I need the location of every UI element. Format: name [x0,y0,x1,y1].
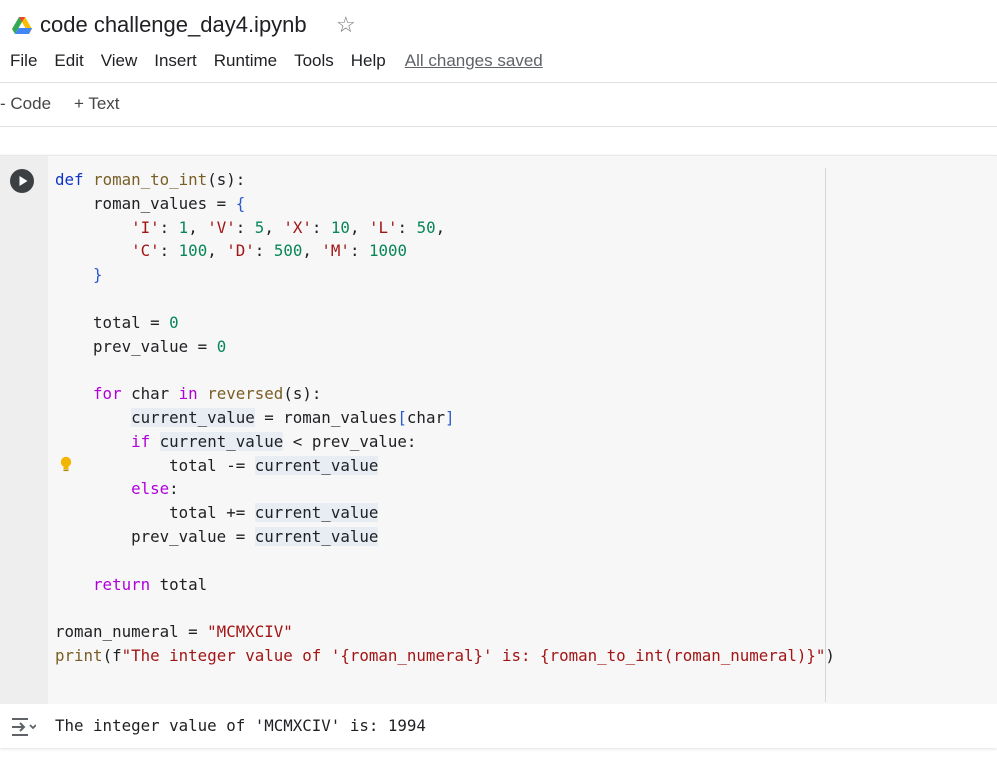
code-line-2: roman_values = { [55,193,246,213]
menu-edit[interactable]: Edit [54,51,83,71]
google-drive-icon [12,17,32,34]
run-cell-button[interactable] [10,169,34,193]
code-line-21: print(f"The integer value of '{roman_num… [55,645,835,665]
menu-view[interactable]: View [101,51,138,71]
cell-output: The integer value of 'MCMXCIV' is: 1994 [0,704,997,748]
menu-runtime[interactable]: Runtime [214,51,277,71]
code-cell[interactable]: def roman_to_int(s): roman_values = { 'I… [0,155,997,748]
code-line-8: prev_value = 0 [55,336,227,356]
code-line-7: total = 0 [55,312,179,332]
code-line-18: return total [93,574,208,594]
add-text-button[interactable]: + Text [74,94,120,114]
notebook-title[interactable]: code challenge_day4.ipynb [40,12,307,38]
code-line-14: else: [131,479,179,499]
header-bar: code challenge_day4.ipynb ☆ File Edit Vi… [0,0,997,83]
code-editor[interactable]: def roman_to_int(s): roman_values = { 'I… [48,156,997,704]
menu-help[interactable]: Help [351,51,386,71]
code-line-15: total += current_value [55,503,379,523]
code-line-1: def roman_to_int(s): [55,170,246,189]
add-code-button[interactable]: - Code [0,94,51,114]
code-line-4: 'C': 100, 'D': 500, 'M': 1000 [131,241,408,261]
output-text: The integer value of 'MCMXCIV' is: 1994 [55,716,426,735]
code-block[interactable]: def roman_to_int(s): roman_values = { 'I… [55,168,835,668]
menu-tools[interactable]: Tools [294,51,334,71]
code-line-3: 'I': 1, 'V': 5, 'X': 10, 'L': 50, [131,217,446,237]
save-status-link[interactable]: All changes saved [405,51,543,71]
play-icon [19,176,28,186]
cell-gutter [0,156,48,704]
code-line-12: if current_value < prev_value: [131,431,417,451]
code-line-5: } [93,265,103,285]
output-toggle-icon[interactable] [10,716,36,738]
menu-file[interactable]: File [10,51,37,71]
menu-bar: File Edit View Insert Runtime Tools Help… [10,51,560,71]
notebook-toolbar: - Code + Text [0,83,997,127]
menu-insert[interactable]: Insert [154,51,197,71]
code-line-16: prev_value = current_value [55,526,379,546]
code-line-11: current_value = roman_values[char] [131,407,455,427]
code-line-20: roman_numeral = "MCMXCIV" [55,622,293,642]
lightbulb-icon[interactable] [59,456,73,474]
star-icon[interactable]: ☆ [336,12,356,38]
code-line-13: total -= current_value [55,455,379,475]
code-line-10: for char in reversed(s): [93,384,322,404]
code-line: def roman_to_int(s): [55,170,245,189]
